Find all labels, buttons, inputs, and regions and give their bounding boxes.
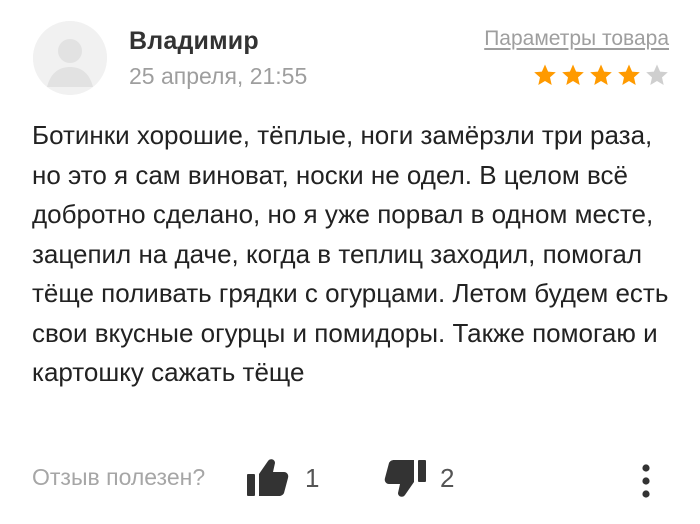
more-options-button[interactable] — [640, 464, 652, 498]
avatar — [33, 21, 107, 95]
more-vertical-icon — [642, 464, 650, 498]
star-empty-icon — [646, 64, 668, 85]
thumbs-up-icon — [247, 459, 289, 496]
like-button[interactable]: 1 — [247, 458, 319, 498]
like-count: 1 — [305, 462, 320, 493]
star-filled-icon — [562, 64, 584, 85]
author-name: Владимир — [129, 27, 259, 55]
review-date: 25 апреля, 21:55 — [129, 63, 308, 89]
star-rating — [533, 63, 669, 87]
review-footer: Отзыв полезен? 1 2 — [32, 456, 668, 502]
review-text: Ботинки хорошие, тёплые, ноги замёрзли т… — [32, 120, 669, 387]
dislike-button[interactable]: 2 — [384, 458, 454, 498]
dislike-count: 2 — [440, 462, 455, 493]
review-card: Владимир 25 апреля, 21:55 Параметры това… — [0, 0, 700, 524]
product-params-link[interactable]: Параметры товара — [484, 27, 669, 51]
user-avatar-icon — [33, 21, 107, 95]
helpful-label: Отзыв полезен? — [32, 464, 206, 490]
thumbs-down-icon — [384, 460, 426, 497]
star-filled-icon — [618, 64, 640, 85]
star-filled-icon — [534, 64, 556, 85]
star-filled-icon — [590, 64, 612, 85]
